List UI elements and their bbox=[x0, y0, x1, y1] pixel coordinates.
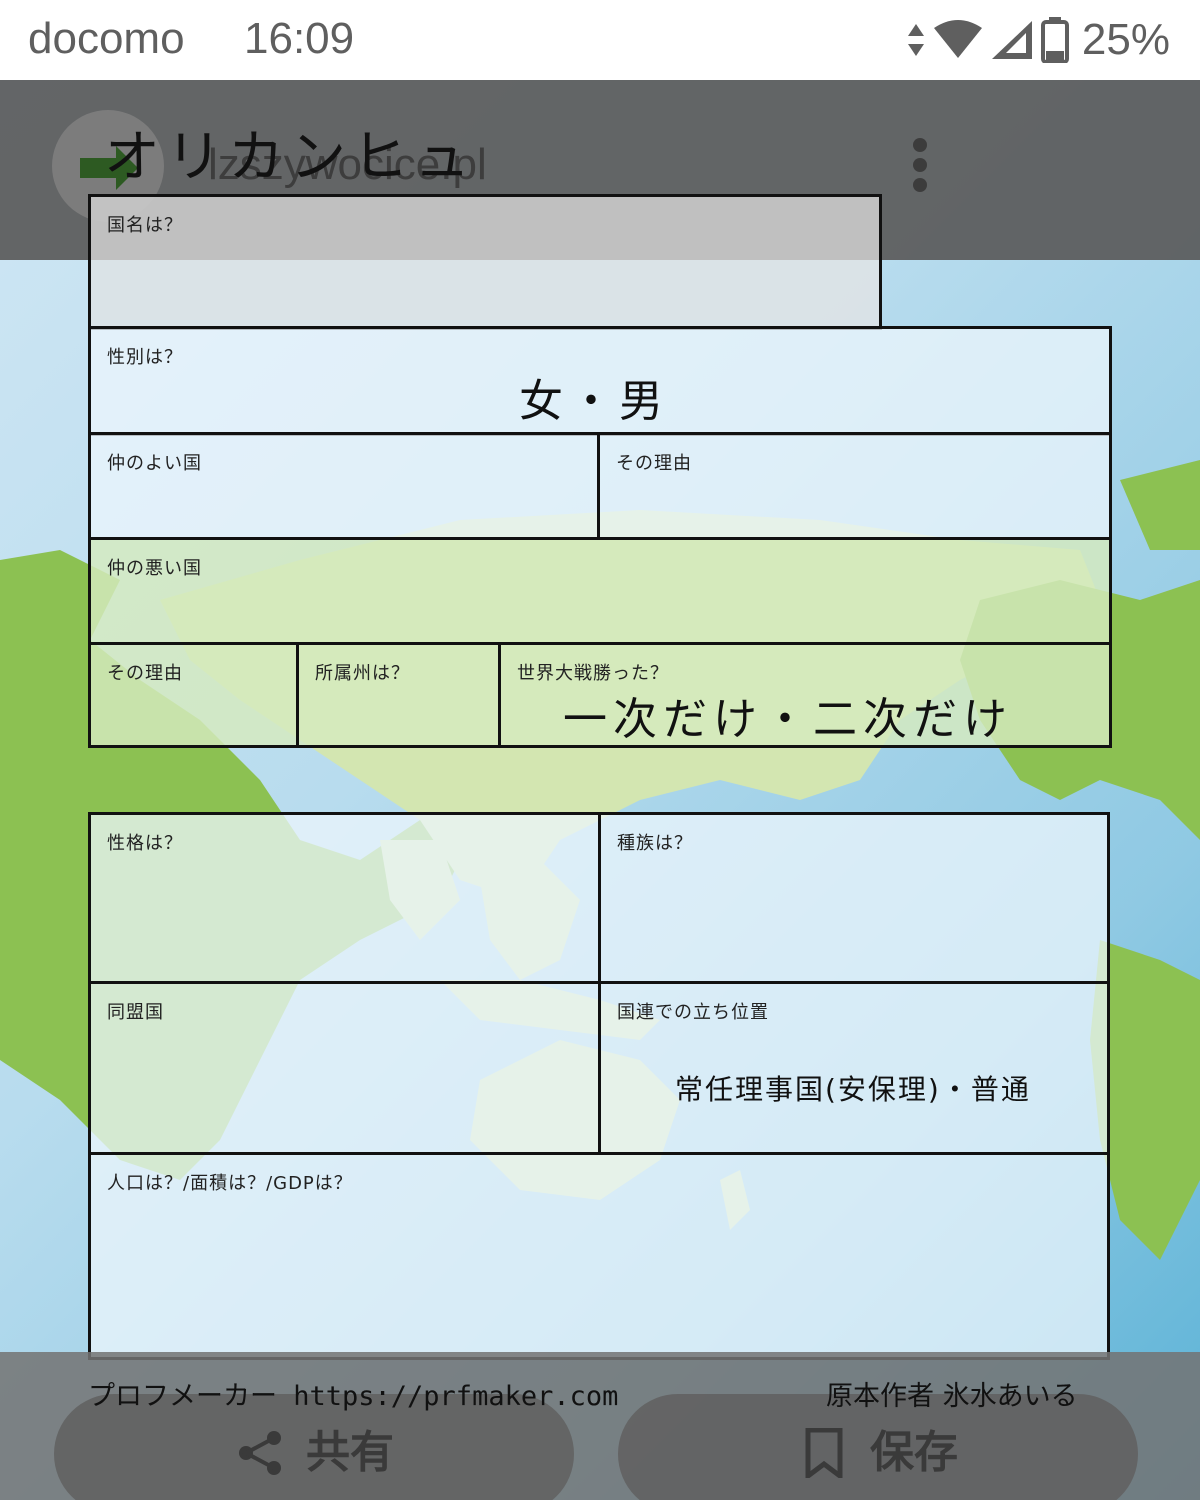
continent-label: 所属州は？ bbox=[315, 663, 410, 684]
country-name-label: 国名は？ bbox=[107, 215, 183, 236]
friendly-reason-label: その理由 bbox=[616, 453, 692, 474]
friendly-country-cell[interactable]: 仲のよい国 bbox=[88, 432, 600, 540]
continent-cell[interactable]: 所属州は？ bbox=[296, 642, 501, 748]
world-war-value: 一次だけ・二次だけ bbox=[563, 694, 1013, 745]
menu-dot-icon bbox=[913, 158, 927, 172]
world-war-cell[interactable]: 世界大戦勝った？ 一次だけ・二次だけ bbox=[498, 642, 1112, 748]
unfriendly-reason-cell[interactable]: その理由 bbox=[88, 642, 299, 748]
world-war-label: 世界大戦勝った？ bbox=[517, 663, 669, 684]
allies-label: 同盟国 bbox=[107, 1002, 164, 1023]
race-cell[interactable]: 種族は？ bbox=[598, 812, 1110, 984]
personality-cell[interactable]: 性格は？ bbox=[88, 812, 601, 984]
carrier-name: docomo bbox=[28, 14, 185, 63]
gender-value: 女・男 bbox=[519, 376, 669, 427]
data-transfer-icon bbox=[907, 24, 924, 56]
menu-dot-icon bbox=[913, 178, 927, 192]
gender-label: 性別は？ bbox=[107, 347, 183, 368]
share-label: 共有 bbox=[306, 1427, 394, 1478]
unfriendly-country-label: 仲の悪い国 bbox=[107, 558, 202, 579]
friendly-reason-cell[interactable]: その理由 bbox=[597, 432, 1112, 540]
sheet-title: オリカンヒュ bbox=[104, 125, 476, 190]
share-icon bbox=[239, 1431, 281, 1475]
wifi-icon bbox=[933, 20, 982, 58]
un-position-label: 国連での立ち位置 bbox=[617, 1002, 769, 1023]
battery-icon bbox=[1040, 17, 1069, 63]
un-position-value: 常任理事国(安保理)・普通 bbox=[675, 1073, 1031, 1106]
friendly-country-label: 仲のよい国 bbox=[107, 453, 202, 474]
overflow-menu-button[interactable] bbox=[906, 138, 934, 198]
footer-right-credit: 原本作者 氷水あいる bbox=[826, 1381, 1078, 1412]
footer-left-credit: プロフメーカー https://prfmaker.com bbox=[88, 1381, 619, 1412]
clock: 16:09 bbox=[244, 14, 355, 63]
personality-label: 性格は？ bbox=[107, 833, 183, 854]
battery-percent: 25% bbox=[1081, 15, 1170, 64]
unfriendly-country-cell[interactable]: 仲の悪い国 bbox=[88, 537, 1112, 645]
gender-cell[interactable]: 性別は？ 女・男 bbox=[88, 326, 1112, 436]
population-cell[interactable]: 人口は？/面積は？/GDPは？ bbox=[88, 1152, 1110, 1360]
race-label: 種族は？ bbox=[617, 833, 693, 854]
status-bar: docomo 16:09 25% bbox=[0, 0, 1200, 80]
unfriendly-reason-label: その理由 bbox=[107, 663, 183, 684]
country-name-answer-area bbox=[88, 260, 882, 330]
bookmark-icon bbox=[805, 1428, 843, 1478]
population-label: 人口は？/面積は？/GDPは？ bbox=[107, 1173, 353, 1194]
allies-cell[interactable]: 同盟国 bbox=[88, 981, 601, 1155]
signal-icon bbox=[991, 21, 1032, 59]
un-position-cell[interactable]: 国連での立ち位置 常任理事国(安保理)・普通 bbox=[598, 981, 1110, 1155]
save-label: 保存 bbox=[870, 1427, 958, 1478]
status-icons: 25% bbox=[906, 15, 1170, 64]
menu-dot-icon bbox=[913, 138, 927, 152]
